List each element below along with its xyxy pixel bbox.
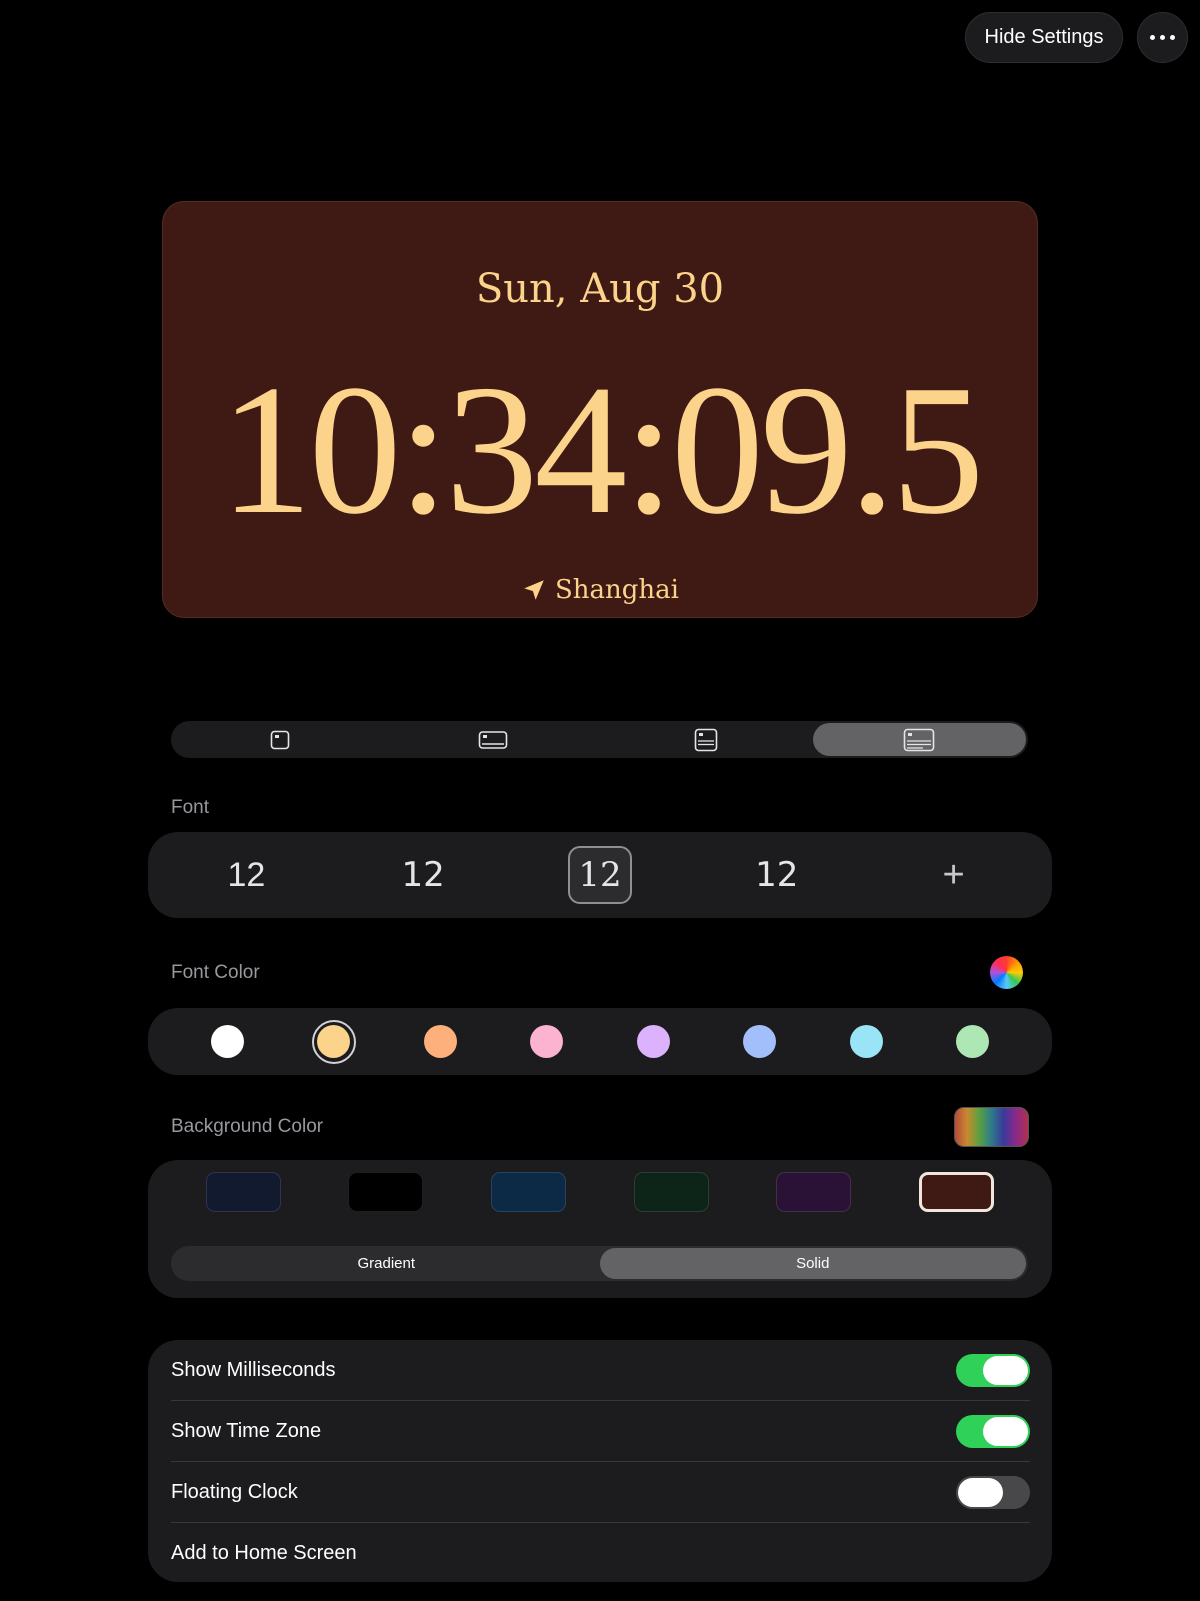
layout-wide-option[interactable] bbox=[386, 723, 599, 756]
font-color-swatch[interactable] bbox=[951, 1020, 995, 1064]
show-milliseconds-label: Show Milliseconds bbox=[171, 1358, 336, 1381]
solid-option[interactable]: Solid bbox=[599, 1248, 1026, 1279]
add-font-button[interactable]: + bbox=[922, 854, 986, 897]
toggle-knob bbox=[983, 1416, 1028, 1446]
background-swatches bbox=[172, 1172, 1028, 1212]
swatch-color bbox=[743, 1025, 777, 1058]
background-panel: Gradient Solid bbox=[148, 1160, 1052, 1298]
background-swatch[interactable] bbox=[491, 1172, 567, 1212]
toggle-knob bbox=[983, 1355, 1028, 1385]
background-swatch[interactable] bbox=[205, 1172, 281, 1212]
swatch-color bbox=[636, 1025, 670, 1058]
font-color-swatch[interactable] bbox=[844, 1020, 888, 1064]
add-to-home-screen-label: Add to Home Screen bbox=[171, 1542, 357, 1564]
floating-clock-toggle[interactable] bbox=[956, 1475, 1030, 1509]
location-arrow-icon bbox=[524, 580, 544, 600]
toggle-knob bbox=[958, 1477, 1003, 1507]
swatch-color bbox=[956, 1025, 990, 1058]
layout-detail-option[interactable] bbox=[600, 723, 813, 756]
background-color-label: Background Color bbox=[171, 1116, 324, 1137]
show-milliseconds-toggle[interactable] bbox=[956, 1353, 1030, 1387]
hide-settings-button[interactable]: Hide Settings bbox=[965, 12, 1123, 63]
layout-small-option[interactable] bbox=[173, 723, 386, 756]
swatch-color bbox=[210, 1025, 244, 1058]
settings-list: Show Milliseconds Show Time Zone Floatin… bbox=[148, 1340, 1052, 1582]
ellipsis-dot bbox=[1150, 35, 1155, 40]
show-time-zone-toggle[interactable] bbox=[956, 1414, 1030, 1448]
layout-full-option[interactable] bbox=[812, 723, 1026, 756]
ellipsis-icon[interactable] bbox=[1137, 12, 1188, 63]
color-wheel-icon[interactable] bbox=[990, 956, 1023, 989]
font-color-swatch[interactable] bbox=[311, 1019, 356, 1064]
font-color-swatch[interactable] bbox=[205, 1020, 249, 1064]
swatch-color bbox=[530, 1025, 564, 1058]
layout-full-icon bbox=[904, 728, 935, 751]
floating-clock-row: Floating Clock bbox=[171, 1462, 1030, 1523]
font-picker: 12 12 12 12 + bbox=[148, 832, 1052, 918]
font-color-swatch[interactable] bbox=[631, 1020, 675, 1064]
font-option[interactable]: 12 bbox=[745, 846, 809, 904]
gradient-option[interactable]: Gradient bbox=[173, 1248, 600, 1279]
floating-clock-label: Floating Clock bbox=[171, 1480, 298, 1503]
background-swatch[interactable] bbox=[633, 1172, 709, 1212]
clock-date: Sun, Aug 30 bbox=[475, 266, 725, 312]
background-swatch[interactable] bbox=[776, 1172, 852, 1212]
swatch-color bbox=[849, 1025, 883, 1058]
ellipsis-dot bbox=[1160, 35, 1165, 40]
swatch-color bbox=[317, 1025, 351, 1058]
layout-detail-icon bbox=[694, 728, 718, 751]
gradient-picker-icon[interactable] bbox=[954, 1107, 1029, 1147]
swatch-color bbox=[423, 1025, 457, 1058]
layout-wide-icon bbox=[478, 730, 508, 749]
font-color-swatch[interactable] bbox=[525, 1020, 569, 1064]
layout-selector bbox=[171, 721, 1028, 758]
font-option[interactable]: 12 bbox=[391, 846, 455, 904]
show-time-zone-label: Show Time Zone bbox=[171, 1419, 322, 1442]
font-color-swatch[interactable] bbox=[738, 1020, 782, 1064]
add-to-home-screen-row[interactable]: Add to Home Screen bbox=[171, 1523, 1030, 1584]
location-name: Shanghai bbox=[554, 575, 679, 605]
font-option[interactable]: 12 bbox=[214, 846, 278, 904]
layout-small-icon bbox=[270, 730, 289, 749]
font-color-swatch[interactable] bbox=[418, 1020, 462, 1064]
font-section-label: Font bbox=[171, 797, 210, 818]
show-milliseconds-row: Show Milliseconds bbox=[171, 1340, 1030, 1401]
background-style-selector: Gradient Solid bbox=[171, 1246, 1028, 1281]
font-option-selected[interactable]: 12 bbox=[567, 846, 632, 904]
clock-location: Shanghai bbox=[0, 575, 1200, 605]
background-swatch[interactable] bbox=[348, 1172, 424, 1212]
show-time-zone-row: Show Time Zone bbox=[171, 1401, 1030, 1462]
font-color-label: Font Color bbox=[171, 962, 260, 983]
clock-time: 10:34:09.5 bbox=[219, 347, 985, 553]
ellipsis-dot bbox=[1170, 35, 1175, 40]
font-color-swatches bbox=[148, 1008, 1052, 1075]
background-swatch[interactable] bbox=[919, 1172, 995, 1212]
